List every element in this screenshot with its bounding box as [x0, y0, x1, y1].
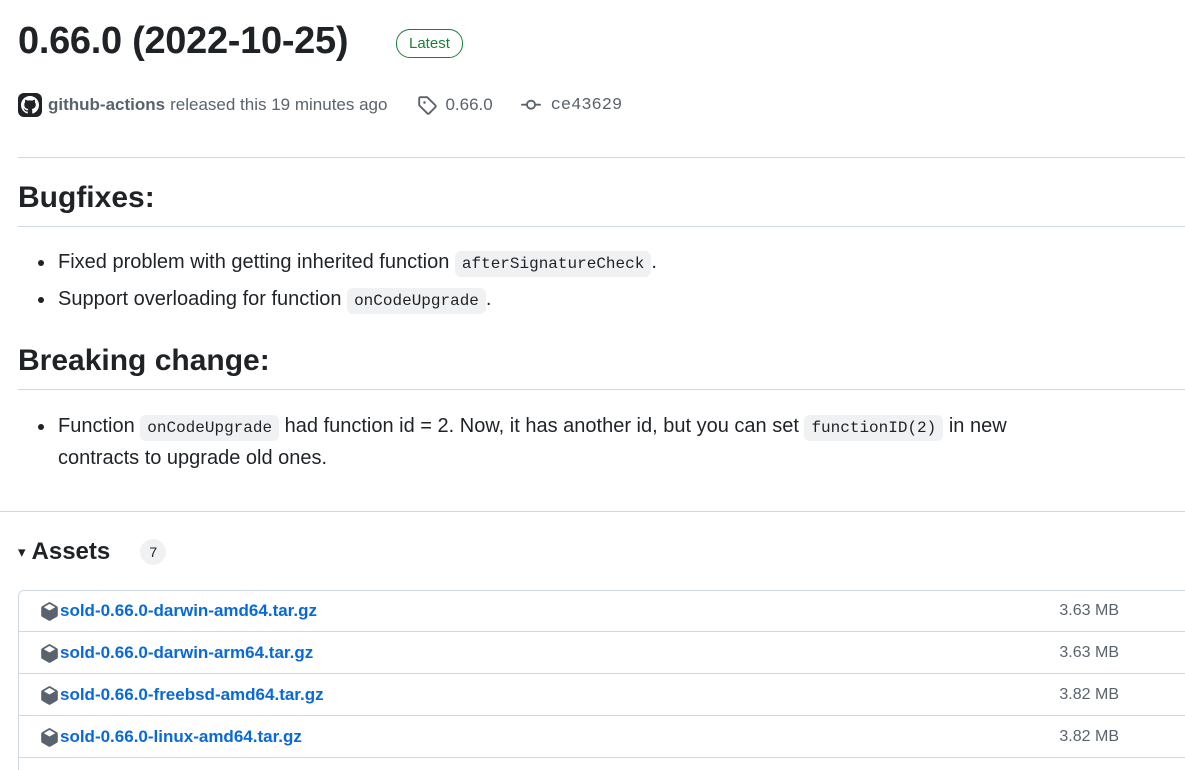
asset-row: sold-0.66.0-darwin-amd64.tar.gz 3.63 MB [19, 591, 1185, 632]
divider [18, 157, 1185, 158]
tag-link[interactable]: 0.66.0 [417, 95, 493, 115]
package-icon [41, 686, 58, 705]
breaking-change-heading: Breaking change: [18, 344, 270, 377]
asset-link[interactable]: sold-0.66.0-linux-amd64.tar.gz [60, 717, 302, 757]
code-span: afterSignatureCheck [454, 251, 652, 277]
asset-row: sold-0.66.0-linux-amd64.tar.gz 3.82 MB [19, 717, 1185, 758]
released-text: released this 19 minutes ago [170, 95, 388, 114]
asset-link[interactable]: sold-0.66.0-darwin-amd64.tar.gz [60, 591, 317, 631]
author-link[interactable]: github-actions [48, 95, 165, 115]
asset-row: sold-0.66.0-freebsd-amd64.tar.gz 3.82 MB [19, 675, 1185, 716]
assets-title: Assets [31, 538, 111, 565]
asset-link[interactable]: sold-0.66.0-freebsd-amd64.tar.gz [60, 675, 324, 715]
asset-size: 3.82 MB [1059, 686, 1119, 703]
heading-divider [18, 389, 1185, 390]
heading-divider [18, 226, 1185, 227]
release-title: 0.66.0 (2022-10-25) [18, 20, 349, 62]
package-icon [41, 602, 58, 621]
commit-link[interactable]: ce43629 [520, 95, 623, 115]
breaking-list: Function onCodeUpgrade had function id =… [18, 411, 1048, 473]
list-item: Function onCodeUpgrade had function id =… [18, 411, 1048, 473]
asset-size: 3.63 MB [1059, 644, 1119, 661]
assets-toggle[interactable]: ▾ Assets 7 [18, 534, 167, 570]
package-icon [41, 728, 58, 747]
bugfixes-heading: Bugfixes: [18, 181, 155, 214]
bugfixes-list: Fixed problem with getting inherited fun… [18, 247, 1118, 316]
divider [0, 511, 1185, 512]
git-commit-icon [520, 99, 541, 110]
github-mark-icon[interactable] [18, 93, 42, 117]
assets-list: sold-0.66.0-darwin-amd64.tar.gz 3.63 MB … [18, 590, 1185, 770]
caret-down-icon: ▾ [18, 544, 26, 561]
commit-label: ce43629 [550, 95, 623, 115]
assets-count-badge: 7 [140, 539, 167, 565]
code-span: onCodeUpgrade [140, 415, 280, 441]
release-meta: github-actions released this 19 minutes … [18, 92, 622, 118]
tag-icon [418, 96, 438, 115]
list-item: Support overloading for function onCodeU… [18, 284, 1118, 316]
package-icon [41, 644, 58, 663]
code-span: onCodeUpgrade [347, 288, 486, 314]
asset-size: 3.63 MB [1059, 602, 1119, 619]
asset-row: sold-0.66.0-darwin-arm64.tar.gz 3.63 MB [19, 633, 1185, 674]
latest-badge: Latest [396, 29, 463, 58]
code-span: functionID(2) [804, 415, 944, 441]
list-item: Fixed problem with getting inherited fun… [18, 247, 1118, 279]
tag-label: 0.66.0 [445, 95, 493, 114]
asset-link[interactable]: sold-0.66.0-darwin-arm64.tar.gz [60, 633, 313, 673]
asset-size: 3.82 MB [1059, 728, 1119, 745]
